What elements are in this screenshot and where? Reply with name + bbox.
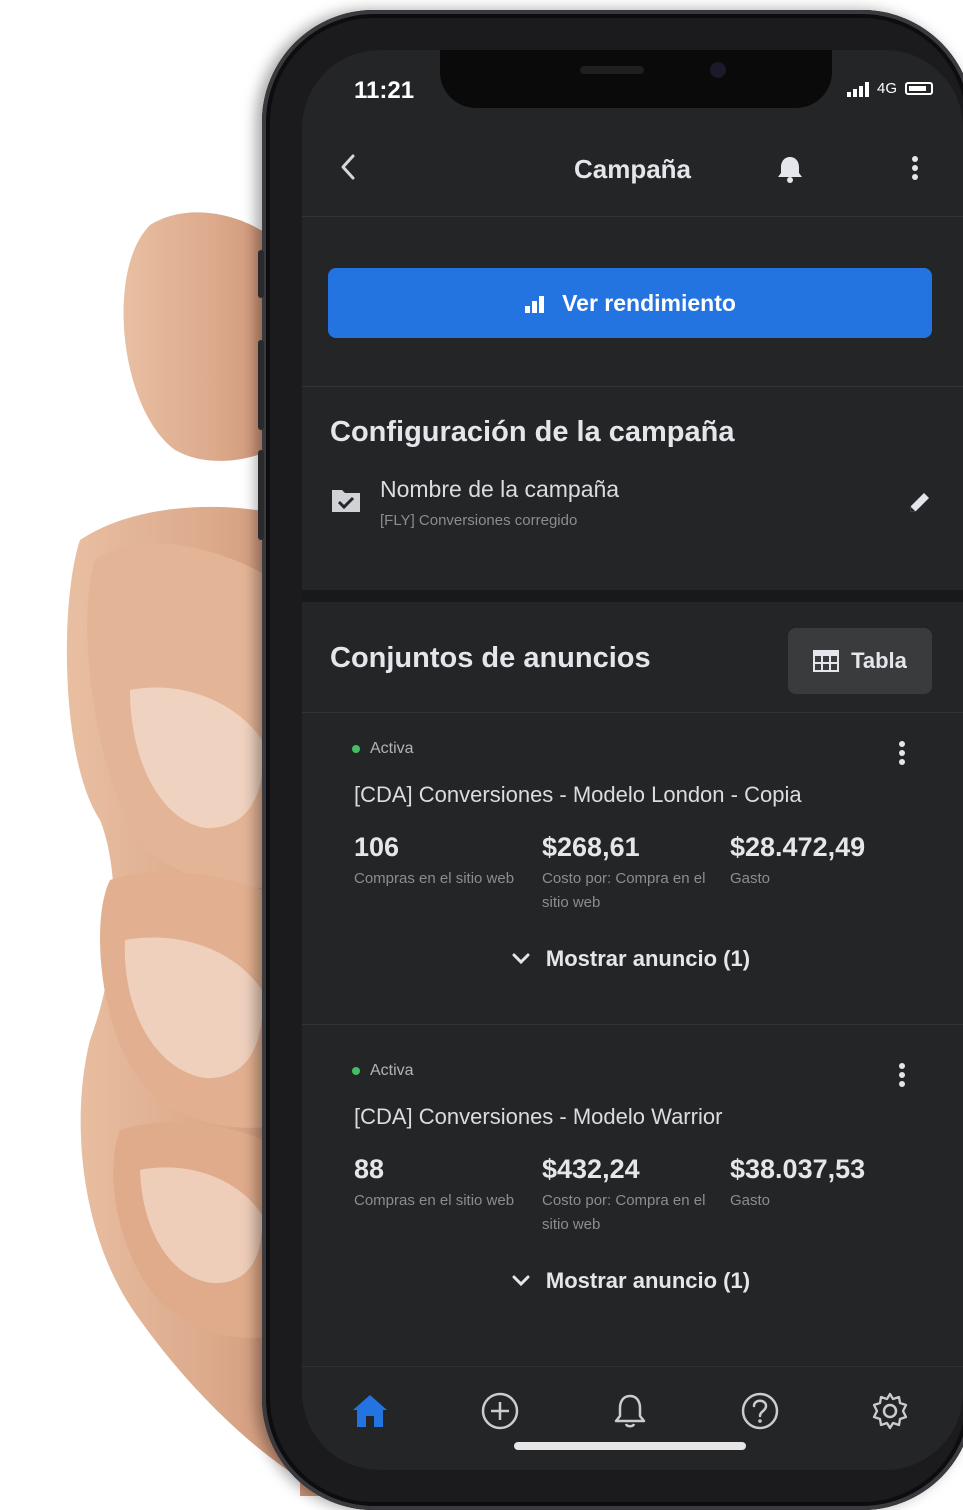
metric-label: Compras en el sitio web (354, 870, 515, 887)
section-divider (302, 712, 963, 713)
ad-set-card[interactable]: Activa [CDA] Conversiones - Modelo Londo… (332, 720, 930, 1002)
header-divider (302, 216, 963, 217)
front-camera (710, 62, 726, 78)
campaign-settings-title: Configuración de la campaña (330, 416, 735, 448)
ad-set-card[interactable]: Activa [CDA] Conversiones - Modelo Warri… (332, 1042, 930, 1324)
notch (440, 50, 832, 108)
status-indicators: 4G (846, 80, 933, 97)
bell-outline-icon[interactable] (608, 1389, 652, 1433)
speaker (580, 66, 644, 74)
metric-value: 88 (354, 1154, 385, 1184)
bell-icon[interactable] (776, 154, 804, 189)
metric-purchases: 88 Compras en el sitio web (354, 1154, 529, 1213)
status-time: 11:21 (354, 77, 415, 104)
metric-spend: $28.472,49 Gasto (730, 832, 905, 891)
ad-set-name: [CDA] Conversiones - Modelo London - Cop… (354, 782, 802, 807)
metric-label: Gasto (730, 870, 771, 887)
status-badge: Activa (352, 740, 414, 758)
metric-label: Costo por: Compra en el sitio web (542, 870, 706, 911)
table-icon (813, 650, 840, 672)
metric-value: 106 (354, 832, 400, 862)
campaign-name-value: [FLY] Conversiones corregido (380, 512, 578, 529)
signal-icon (846, 81, 869, 97)
table-view-label: Tabla (851, 648, 907, 673)
show-ads-label: Mostrar anuncio (1) (545, 1268, 751, 1293)
metric-label: Compras en el sitio web (354, 1192, 515, 1209)
metric-label: Gasto (730, 1192, 771, 1209)
campaign-name-label: Nombre de la campaña (380, 476, 620, 502)
show-ads-button[interactable]: Mostrar anuncio (1) (332, 1268, 930, 1294)
section-divider (302, 386, 963, 387)
metric-cost-per-purchase: $268,61 Costo por: Compra en el sitio we… (542, 832, 717, 915)
ad-sets-title: Conjuntos de anuncios (330, 642, 651, 674)
view-performance-button[interactable]: Ver rendimiento (328, 268, 932, 338)
phone-screen: 11:21 4G Campaña Ver rendimiento Configu… (302, 50, 963, 1470)
phone-side-button (258, 250, 264, 298)
bottom-tab-bar (302, 1366, 963, 1470)
active-dot (352, 745, 360, 753)
chevron-down-icon (512, 1275, 530, 1287)
app-header: Campaña (302, 142, 963, 204)
metric-purchases: 106 Compras en el sitio web (354, 832, 529, 891)
pencil-icon[interactable] (906, 490, 932, 521)
metric-spend: $38.037,53 Gasto (730, 1154, 905, 1213)
status-badge: Activa (352, 1062, 414, 1080)
phone-side-button (258, 450, 264, 540)
status-label: Activa (370, 740, 414, 757)
metric-value: $28.472,49 (730, 832, 866, 862)
folder-check-icon (330, 486, 362, 519)
chevron-down-icon (512, 953, 530, 965)
status-label: Activa (370, 1062, 414, 1079)
metric-label: Costo por: Compra en el sitio web (542, 1192, 706, 1233)
card-divider (302, 1024, 963, 1025)
more-vertical-icon[interactable] (898, 1062, 906, 1093)
view-performance-label: Ver rendimiento (562, 289, 736, 316)
section-spacer (302, 590, 963, 602)
plus-circle-icon[interactable] (478, 1389, 522, 1433)
show-ads-button[interactable]: Mostrar anuncio (1) (332, 946, 930, 972)
campaign-name-row[interactable]: Nombre de la campaña [FLY] Conversiones … (330, 476, 940, 536)
network-type: 4G (876, 80, 897, 97)
ad-set-name: [CDA] Conversiones - Modelo Warrior (354, 1104, 723, 1129)
show-ads-label: Mostrar anuncio (1) (545, 946, 751, 971)
settings-gear-icon[interactable] (868, 1389, 912, 1433)
help-circle-icon[interactable] (738, 1389, 782, 1433)
metric-cost-per-purchase: $432,24 Costo por: Compra en el sitio we… (542, 1154, 717, 1237)
metric-value: $38.037,53 (730, 1154, 866, 1184)
active-dot (352, 1067, 360, 1075)
home-icon[interactable] (348, 1389, 392, 1433)
metric-value: $268,61 (542, 832, 640, 862)
phone-side-button (258, 340, 264, 430)
metric-value: $432,24 (542, 1154, 640, 1184)
more-vertical-icon[interactable] (898, 740, 906, 771)
battery-icon (905, 82, 933, 95)
home-indicator[interactable] (514, 1442, 746, 1450)
bar-chart-icon (525, 296, 545, 313)
page-title: Campaña (573, 154, 692, 184)
more-vertical-icon[interactable] (911, 154, 919, 187)
table-view-button[interactable]: Tabla (788, 628, 932, 694)
